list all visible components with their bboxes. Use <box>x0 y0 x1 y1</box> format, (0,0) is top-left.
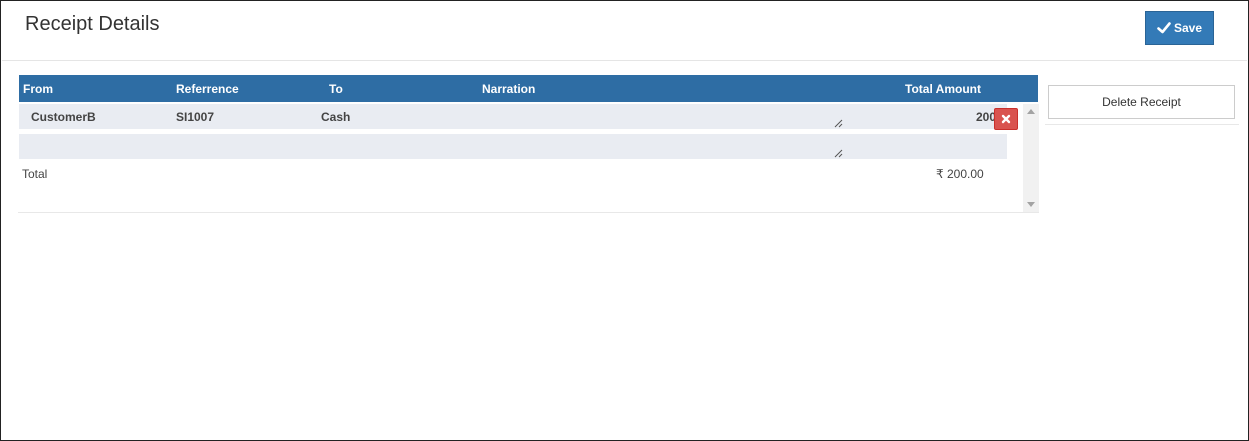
total-value: ₹ 200.00 <box>936 167 984 181</box>
delete-receipt-button[interactable]: Delete Receipt <box>1048 85 1235 119</box>
save-button-label: Save <box>1173 21 1203 35</box>
column-header-to: To <box>329 82 343 96</box>
column-header-from: From <box>23 82 53 96</box>
total-label: Total <box>22 167 48 181</box>
receipt-grid: From Referrence To Narration Total Amoun… <box>18 75 1039 213</box>
delete-row-button[interactable] <box>994 108 1018 130</box>
scroll-up-arrow-icon[interactable] <box>1027 109 1035 114</box>
header-divider <box>2 60 1247 61</box>
resize-handle-icon[interactable] <box>833 148 843 158</box>
page-title: Receipt Details <box>25 13 160 35</box>
table-row: CustomerB SI1007 Cash 200 <box>19 104 1007 129</box>
column-header-reference: Referrence <box>176 82 239 96</box>
grid-scrollbar[interactable] <box>1023 104 1039 212</box>
receipt-details-window: Receipt Details Save From Referrence To … <box>0 0 1249 441</box>
side-divider <box>1045 124 1239 125</box>
cell-to[interactable]: Cash <box>321 110 350 124</box>
resize-handle-icon[interactable] <box>833 118 843 128</box>
close-icon <box>1001 114 1011 124</box>
cell-total-amount[interactable]: 200 <box>976 110 996 124</box>
cell-from[interactable]: CustomerB <box>31 110 96 124</box>
save-button[interactable]: Save <box>1145 11 1214 45</box>
grid-header: From Referrence To Narration Total Amoun… <box>19 75 1038 102</box>
check-icon <box>1157 22 1171 34</box>
column-header-narration: Narration <box>482 82 536 96</box>
table-row <box>19 134 1007 159</box>
scroll-down-arrow-icon[interactable] <box>1027 202 1035 207</box>
cell-reference[interactable]: SI1007 <box>176 110 214 124</box>
column-header-total-amount: Total Amount <box>905 82 981 96</box>
